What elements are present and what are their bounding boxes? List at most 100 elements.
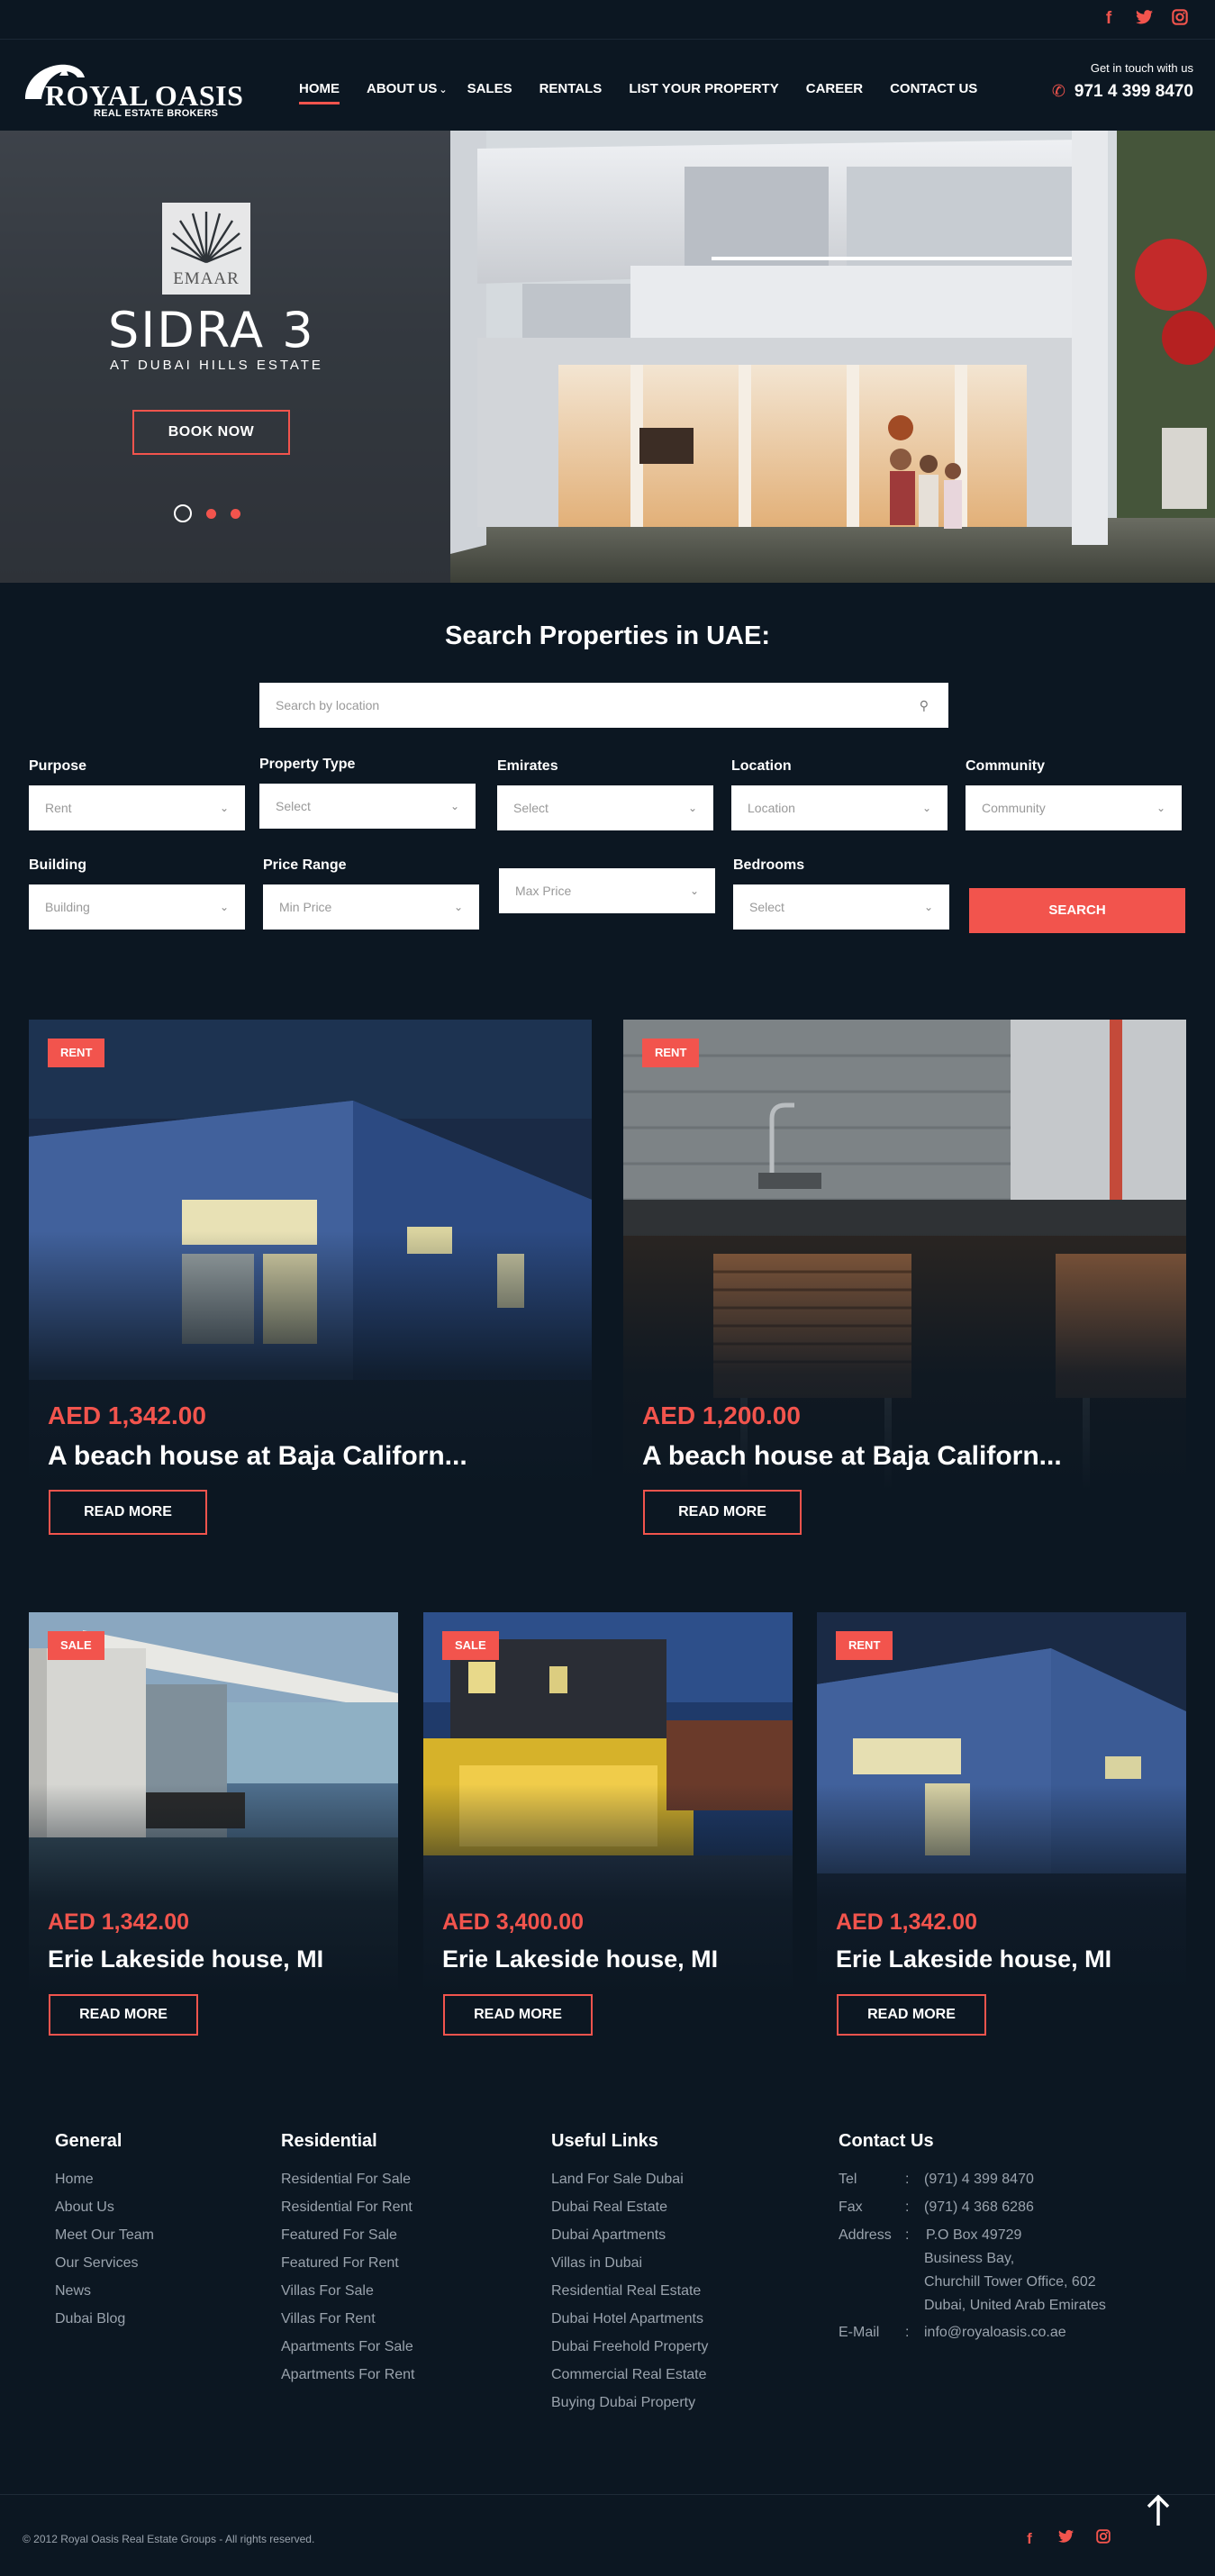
footer-general: General Home About Us Meet Our Team Our …	[55, 2131, 154, 2339]
twitter-icon[interactable]	[1058, 2529, 1076, 2549]
footer-link[interactable]: Commercial Real Estate	[551, 2367, 708, 2395]
footer-link[interactable]: Villas For Rent	[281, 2311, 415, 2339]
footer-link[interactable]: News	[55, 2283, 154, 2311]
listing-title[interactable]: Erie Lakeside house, MI	[48, 1946, 323, 1973]
book-now-button[interactable]: BOOK NOW	[132, 410, 290, 455]
site-logo[interactable]: ROYAL OASIS REAL ESTATE BROKERS	[20, 52, 243, 119]
footer-link[interactable]: Apartments For Rent	[281, 2367, 415, 2395]
footer-link[interactable]: Dubai Hotel Apartments	[551, 2311, 708, 2339]
max-price-field: Max Price ⌄	[499, 857, 715, 913]
listing-card[interactable]: SALE AED 3,400.00 Erie Lakeside house, M…	[423, 1612, 793, 1994]
nav-sales[interactable]: SALES	[467, 81, 512, 96]
email-label: E-Mail	[839, 2325, 880, 2340]
search-title: Search Properties in UAE:	[445, 621, 770, 650]
footer-link[interactable]: Our Services	[55, 2255, 154, 2283]
emaar-rays-icon	[171, 212, 241, 264]
footer-link[interactable]: Dubai Apartments	[551, 2227, 708, 2255]
listing-badge: RENT	[836, 1631, 893, 1660]
read-more-button[interactable]: READ MORE	[443, 1994, 593, 2036]
listing-title[interactable]: Erie Lakeside house, MI	[836, 1946, 1111, 1973]
footer-contact-title: Contact Us	[839, 2131, 934, 2151]
listing-price: AED 1,342.00	[48, 1401, 206, 1429]
nav-contact-us[interactable]: CONTACT US	[890, 81, 977, 96]
listing-card[interactable]: RENT AED 1,200.00 A beach house at Baja …	[623, 1020, 1186, 1490]
location-select[interactable]: Location ⌄	[731, 785, 948, 830]
facebook-icon[interactable]: f	[1020, 2529, 1038, 2549]
nav-about-us[interactable]: ABOUT US ⌄	[367, 81, 448, 96]
building-label: Building	[29, 857, 86, 873]
listing-title[interactable]: A beach house at Baja Californ...	[48, 1441, 467, 1472]
min-price-select[interactable]: Min Price ⌄	[263, 884, 479, 930]
listing-badge: SALE	[442, 1631, 499, 1660]
address-label: Address	[839, 2227, 892, 2243]
slider-dot-3[interactable]	[231, 508, 240, 519]
email-value[interactable]: info@royaloasis.co.ae	[924, 2325, 1066, 2341]
max-price-value: Max Price	[515, 884, 572, 898]
location-value: Location	[748, 801, 795, 815]
tel-value[interactable]: (971) 4 399 8470	[924, 2172, 1034, 2188]
emirates-select[interactable]: Select ⌄	[497, 785, 713, 830]
listing-card[interactable]: SALE AED 1,342.00 Erie Lakeside house, M…	[29, 1612, 398, 1994]
read-more-button[interactable]: READ MORE	[643, 1490, 802, 1535]
instagram-icon[interactable]	[1096, 2529, 1114, 2549]
nav-list-your-property[interactable]: LIST YOUR PROPERTY	[629, 81, 778, 96]
listing-price: AED 3,400.00	[442, 1909, 585, 1935]
footer-link[interactable]: Residential For Rent	[281, 2200, 415, 2227]
listing-title[interactable]: Erie Lakeside house, MI	[442, 1946, 718, 1973]
listing-card[interactable]: RENT AED 1,342.00 Erie Lakeside house, M…	[817, 1612, 1186, 1994]
property-type-select[interactable]: Select ⌄	[259, 784, 476, 829]
emirates-field: Emirates Select ⌄	[497, 758, 713, 830]
building-value: Building	[45, 900, 90, 914]
header-phone[interactable]: ✆ 971 4 399 8470	[1052, 82, 1193, 102]
footer-link[interactable]: Featured For Sale	[281, 2227, 415, 2255]
purpose-select[interactable]: Rent ⌄	[29, 785, 245, 830]
location-search-input[interactable]: Search by location ⚲	[259, 683, 948, 728]
read-more-button[interactable]: READ MORE	[837, 1994, 986, 2036]
footer-link[interactable]: Apartments For Sale	[281, 2339, 415, 2367]
footer-link[interactable]: Dubai Freehold Property	[551, 2339, 708, 2367]
footer-link[interactable]: Meet Our Team	[55, 2227, 154, 2255]
min-price-value: Min Price	[279, 900, 332, 914]
footer-link[interactable]: Home	[55, 2172, 154, 2200]
twitter-icon[interactable]	[1136, 9, 1154, 29]
fax-label: Fax	[839, 2200, 863, 2215]
listing-price: AED 1,200.00	[642, 1401, 801, 1429]
nav-career[interactable]: CAREER	[806, 81, 863, 96]
slider-dot-2[interactable]	[206, 508, 216, 519]
footer-link[interactable]: Villas in Dubai	[551, 2255, 708, 2283]
listing-title[interactable]: A beach house at Baja Californ...	[642, 1441, 1062, 1472]
read-more-button[interactable]: READ MORE	[49, 1994, 198, 2036]
footer-link[interactable]: Villas For Sale	[281, 2283, 415, 2311]
chevron-down-icon: ⌄	[689, 884, 699, 897]
nav-rentals[interactable]: RENTALS	[539, 81, 603, 96]
chevron-down-icon: ⌄	[1156, 802, 1165, 814]
search-button[interactable]: SEARCH	[969, 888, 1185, 933]
footer-link[interactable]: Residential Real Estate	[551, 2283, 708, 2311]
listing-card[interactable]: RENT AED 1,342.00 A beach house at Baja …	[29, 1020, 592, 1490]
address-line: Churchill Tower Office, 602	[924, 2274, 1096, 2290]
nav-about-us-label: ABOUT US	[367, 81, 438, 96]
instagram-icon[interactable]	[1172, 9, 1190, 29]
footer-link[interactable]: Featured For Rent	[281, 2255, 415, 2283]
footer-link[interactable]: About Us	[55, 2200, 154, 2227]
bedrooms-value: Select	[749, 900, 784, 914]
facebook-icon[interactable]: f	[1100, 9, 1118, 29]
footer-link[interactable]: Dubai Real Estate	[551, 2200, 708, 2227]
nav-home[interactable]: HOME	[299, 81, 340, 104]
slider-dot-1[interactable]	[174, 504, 192, 522]
bedrooms-select[interactable]: Select ⌄	[733, 884, 949, 930]
footer-link[interactable]: Buying Dubai Property	[551, 2395, 708, 2423]
community-select[interactable]: Community ⌄	[966, 785, 1182, 830]
read-more-button[interactable]: READ MORE	[49, 1490, 207, 1535]
contact-address-row: Address: P.O Box 49729	[839, 2227, 1136, 2251]
price-range-field: Price Range Min Price ⌄	[263, 857, 479, 930]
footer-link[interactable]: Dubai Blog	[55, 2311, 154, 2339]
building-select[interactable]: Building ⌄	[29, 884, 245, 930]
footer-bottom-bar: © 2012 Royal Oasis Real Estate Groups - …	[0, 2494, 1215, 2576]
separator: :	[905, 2172, 910, 2187]
max-price-select[interactable]: Max Price ⌄	[499, 868, 715, 913]
footer-link[interactable]: Residential For Sale	[281, 2172, 415, 2200]
footer-useful-links: Useful Links Land For Sale Dubai Dubai R…	[551, 2131, 708, 2423]
footer-link[interactable]: Land For Sale Dubai	[551, 2172, 708, 2200]
footer-residential-title: Residential	[281, 2131, 377, 2151]
